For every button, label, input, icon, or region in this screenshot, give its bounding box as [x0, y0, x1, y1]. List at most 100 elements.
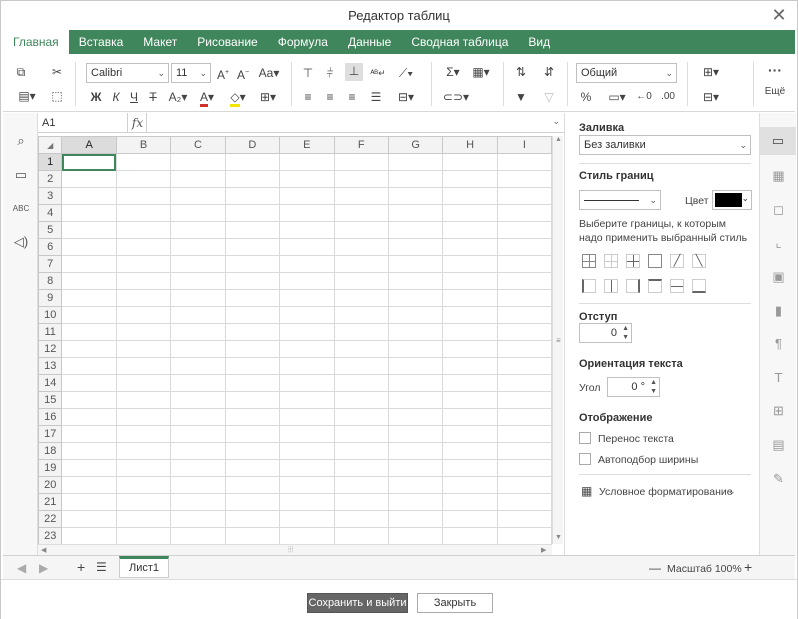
cell[interactable] — [170, 527, 226, 544]
left-border-icon[interactable] — [582, 279, 596, 293]
cell[interactable] — [333, 442, 389, 460]
row-header[interactable]: 4 — [38, 204, 63, 222]
add-sheet-icon[interactable]: + — [77, 559, 85, 575]
cell[interactable] — [387, 238, 444, 256]
cell[interactable] — [279, 408, 335, 426]
cell[interactable] — [387, 459, 444, 477]
cell[interactable] — [387, 153, 444, 171]
cell[interactable] — [442, 391, 498, 409]
cell[interactable] — [333, 204, 389, 222]
cell[interactable] — [387, 187, 444, 205]
italic-button[interactable]: К — [109, 89, 123, 105]
cell[interactable] — [170, 323, 226, 341]
cell[interactable] — [496, 289, 552, 307]
tab-view[interactable]: Вид — [518, 30, 560, 54]
cell[interactable] — [170, 187, 226, 205]
cell[interactable] — [224, 442, 281, 460]
cell[interactable] — [224, 527, 281, 544]
cell[interactable] — [496, 425, 552, 443]
cell[interactable] — [61, 357, 117, 375]
cell[interactable] — [387, 442, 444, 460]
cell[interactable] — [115, 306, 172, 324]
row-header[interactable]: 1 — [38, 153, 63, 171]
scroll-left-icon[interactable]: ◀ — [41, 546, 46, 554]
cell[interactable] — [61, 459, 117, 477]
cell[interactable] — [115, 527, 172, 544]
row-header[interactable]: 10 — [38, 306, 63, 324]
cell[interactable] — [279, 510, 335, 528]
select-all-corner[interactable]: ◢ — [38, 136, 63, 154]
paragraph-settings-icon[interactable]: ¶ — [769, 334, 788, 353]
percent-icon[interactable]: % — [579, 89, 593, 105]
spellcheck-icon[interactable]: ABC — [12, 200, 30, 218]
cell[interactable] — [170, 238, 226, 256]
cell[interactable] — [333, 306, 389, 324]
cell[interactable] — [442, 204, 498, 222]
filter-icon[interactable]: ▼ — [513, 89, 529, 105]
row-header[interactable]: 8 — [38, 272, 63, 290]
cell[interactable] — [496, 442, 552, 460]
formula-input[interactable] — [150, 113, 550, 133]
sort-descending-icon[interactable]: ⇵ — [541, 64, 557, 80]
cell[interactable] — [387, 510, 444, 528]
cell[interactable] — [170, 221, 226, 239]
angle-stepper[interactable]: 0 ° ▲ ▼ — [607, 377, 660, 397]
inner-horizontal-border-icon[interactable] — [670, 279, 684, 293]
scroll-down-icon[interactable]: ▼ — [555, 534, 562, 541]
cell[interactable] — [442, 442, 498, 460]
align-left-icon[interactable]: ≡ — [301, 89, 315, 105]
stepper-arrows-icon[interactable]: ▲ ▼ — [622, 324, 629, 342]
cell[interactable] — [442, 187, 498, 205]
cell[interactable] — [387, 391, 444, 409]
increase-decimal-icon[interactable]: .00 — [659, 89, 677, 105]
column-header[interactable]: B — [115, 136, 172, 154]
cell[interactable] — [387, 289, 444, 307]
cell[interactable] — [224, 323, 281, 341]
fill-color-button[interactable]: ◇▾ — [226, 89, 250, 107]
cell[interactable] — [496, 204, 552, 222]
cell[interactable] — [279, 442, 335, 460]
cell[interactable] — [279, 323, 335, 341]
cell[interactable] — [61, 527, 117, 544]
cell[interactable] — [279, 255, 335, 273]
cell[interactable] — [496, 459, 552, 477]
align-bottom-icon[interactable]: ⊥ — [345, 63, 363, 81]
row-header[interactable]: 21 — [38, 493, 63, 511]
cell[interactable] — [496, 238, 552, 256]
cell[interactable] — [279, 221, 335, 239]
cell[interactable] — [333, 221, 389, 239]
cell[interactable] — [115, 391, 172, 409]
cell[interactable] — [115, 272, 172, 290]
cell[interactable] — [61, 255, 117, 273]
cell[interactable] — [279, 476, 335, 494]
paste-icon[interactable]: ▤▾ — [13, 88, 41, 104]
cell[interactable] — [333, 374, 389, 392]
top-border-icon[interactable] — [648, 279, 662, 293]
column-header[interactable]: F — [333, 136, 389, 154]
cell[interactable] — [333, 493, 389, 511]
more-button-label[interactable]: Ещё — [761, 84, 789, 100]
decrease-font-icon[interactable]: A− — [235, 65, 251, 83]
cell[interactable] — [333, 340, 389, 358]
zoom-in-button[interactable]: + — [744, 559, 752, 575]
tab-insert[interactable]: Вставка — [69, 30, 134, 54]
cell[interactable] — [387, 221, 444, 239]
stepper-arrows-icon[interactable]: ▲ ▼ — [650, 378, 657, 396]
cell[interactable] — [387, 272, 444, 290]
scroll-thumb-horizontal[interactable]: ⦙⦙⦙ — [288, 545, 293, 555]
cell[interactable] — [224, 187, 281, 205]
vertical-scrollbar[interactable]: ▲ ≡ ▼ — [552, 136, 563, 544]
cell[interactable] — [61, 510, 117, 528]
cell[interactable] — [224, 289, 281, 307]
scroll-thumb[interactable]: ≡ — [556, 336, 561, 345]
cell[interactable] — [496, 272, 552, 290]
row-header[interactable]: 14 — [38, 374, 63, 392]
cell[interactable] — [170, 425, 226, 443]
cell[interactable] — [115, 459, 172, 477]
cell[interactable] — [279, 306, 335, 324]
column-header[interactable]: A — [61, 136, 117, 154]
insert-cells-icon[interactable]: ⊞▾ — [697, 64, 725, 80]
cell[interactable] — [61, 442, 117, 460]
border-color-picker[interactable]: ⌄ — [712, 190, 752, 210]
cell[interactable] — [224, 493, 281, 511]
